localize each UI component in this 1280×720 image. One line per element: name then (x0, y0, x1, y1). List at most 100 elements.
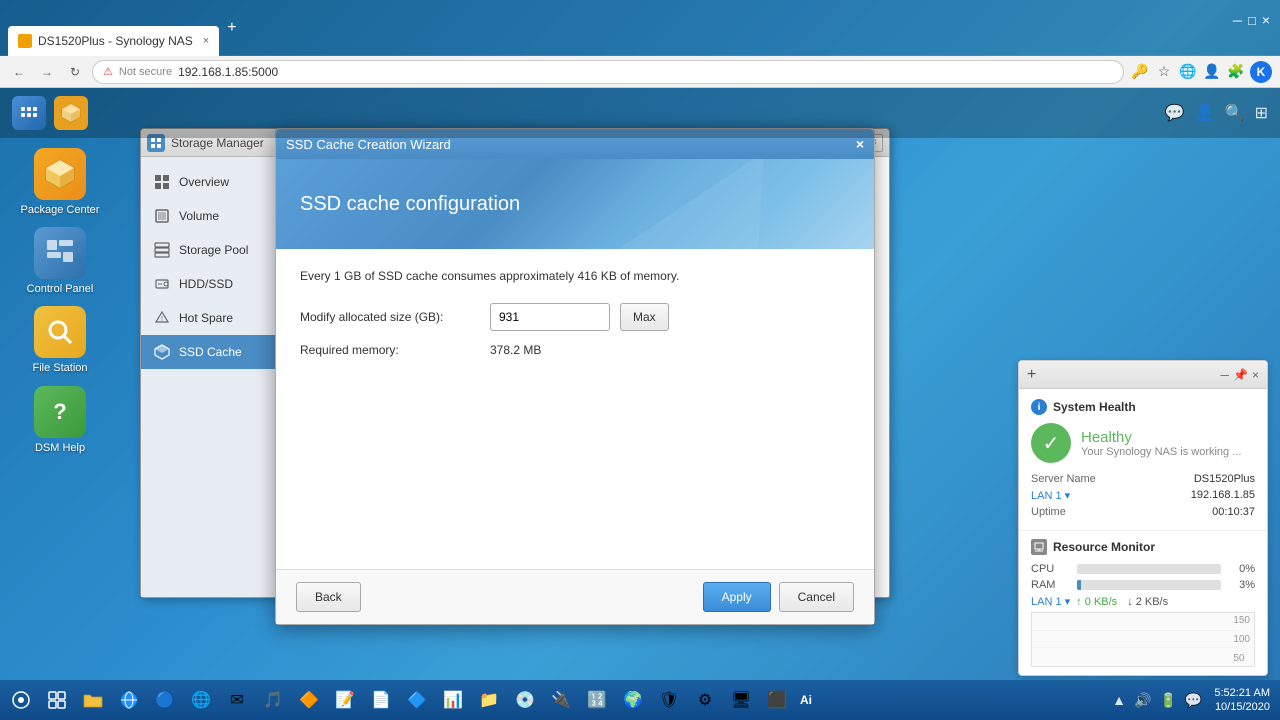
burner-button[interactable]: 💿 (508, 683, 542, 717)
minimize-button[interactable]: ─ (1233, 13, 1242, 28)
browser-tab[interactable]: DS1520Plus - Synology NAS × (8, 26, 219, 56)
ps-button[interactable]: 🔷 (400, 683, 434, 717)
search-icon[interactable]: 🔍 (1225, 103, 1245, 123)
wizard-back-button[interactable]: Back (296, 582, 361, 612)
storage-pool-icon (153, 241, 171, 259)
star-icon[interactable]: ☆ (1154, 62, 1174, 82)
back-button[interactable]: ← (8, 61, 30, 83)
panel-minimize-button[interactable]: ─ (1221, 368, 1230, 382)
key-icon[interactable]: 🔑 (1130, 62, 1150, 82)
settings2-button[interactable]: ⚙ (688, 683, 722, 717)
lan-resource-row: LAN 1 ▾ ↑ 0 KB/s ↓ 2 KB/s (1031, 595, 1255, 608)
close-window-button[interactable]: × (1262, 12, 1270, 28)
volume-icon (153, 207, 171, 225)
svg-text:!: ! (161, 316, 163, 323)
word-button[interactable]: 📝 (328, 683, 362, 717)
ssd-cache-wizard: SSD Cache Creation Wizard × SSD cache co… (275, 128, 875, 625)
sidebar-item-hot-spare[interactable]: ! Hot Spare (141, 301, 285, 335)
folder2-button[interactable]: 📁 (472, 683, 506, 717)
profile-avatar[interactable]: K (1250, 61, 1272, 83)
sidebar-item-storage-pool[interactable]: Storage Pool (141, 233, 285, 267)
file-station-label: File Station (32, 362, 87, 375)
ssd-cache-icon (153, 343, 171, 361)
ai-label[interactable]: Ai (796, 691, 816, 709)
sidebar-item-overview[interactable]: Overview (141, 165, 285, 199)
wizard-max-button[interactable]: Max (620, 303, 669, 331)
network-icon[interactable]: ▲ (1110, 690, 1128, 710)
chat-icon[interactable]: 💬 (1165, 103, 1185, 123)
media-button[interactable]: 🎵 (256, 683, 290, 717)
person-icon[interactable]: 👤 (1195, 103, 1215, 123)
sidebar-item-volume[interactable]: Volume (141, 199, 285, 233)
browser-tab-bar: DS1520Plus - Synology NAS × + ─ □ × (0, 0, 1280, 56)
desktop: DS1520Plus - Synology NAS × + ─ □ × ← → … (0, 0, 1280, 720)
email-button[interactable]: ✉ (220, 683, 254, 717)
hot-spare-icon: ! (153, 309, 171, 327)
puzzle-icon[interactable]: 🧩 (1226, 62, 1246, 82)
file-explorer-button[interactable] (76, 683, 110, 717)
nas-taskbar-button[interactable]: 🖥 (724, 683, 758, 717)
server-name-label: Server Name (1031, 473, 1096, 485)
excel-button[interactable]: 📊 (436, 683, 470, 717)
ie-button[interactable] (112, 683, 146, 717)
speaker-icon[interactable]: 🔊 (1132, 690, 1153, 711)
action-center-icon[interactable]: 💬 (1183, 690, 1204, 711)
vlc-button[interactable]: 🔶 (292, 683, 326, 717)
calc-button[interactable]: 🔢 (580, 683, 614, 717)
wizard-apply-button[interactable]: Apply (703, 582, 771, 612)
control-panel-desktop-icon[interactable]: Control Panel (20, 227, 100, 296)
panel-unpin-button[interactable]: 📌 (1233, 368, 1248, 382)
synology-icon[interactable]: 🌐 (1178, 62, 1198, 82)
not-secure-label: Not secure (119, 66, 172, 78)
terminal-button[interactable]: ⬛ (760, 683, 794, 717)
browser-chrome: ← → ↻ ⚠ Not secure 192.168.1.85:5000 🔑 ☆… (0, 56, 1280, 88)
nas-topbar: 💬 👤 🔍 ⊞ (0, 88, 1280, 138)
wizard-cancel-button[interactable]: Cancel (779, 582, 854, 612)
wizard-size-input[interactable] (490, 303, 610, 331)
taskview-button[interactable] (40, 683, 74, 717)
address-text: 192.168.1.85:5000 (178, 65, 278, 79)
sidebar-item-hdd-ssd[interactable]: HDD/SSD (141, 267, 285, 301)
sidebar-item-ssd-cache[interactable]: SSD Cache (141, 335, 285, 369)
chrome-button[interactable]: 🌐 (184, 683, 218, 717)
ssd-cache-label: SSD Cache (179, 345, 242, 359)
dsm-help-desktop-icon[interactable]: ? DSM Help (20, 386, 100, 455)
lan-resource-label[interactable]: LAN 1 ▾ (1031, 595, 1070, 608)
address-bar[interactable]: ⚠ Not secure 192.168.1.85:5000 (92, 60, 1124, 84)
overview-icon (153, 173, 171, 191)
sm-sidebar: Overview Volume (141, 157, 286, 597)
volume-label: Volume (179, 209, 219, 223)
system-clock[interactable]: 5:52:21 AM 10/15/2020 (1208, 686, 1276, 715)
cortana-button[interactable]: 🔵 (148, 683, 182, 717)
panel-add-button[interactable]: + (1027, 366, 1036, 384)
clock-date: 10/15/2020 (1214, 700, 1270, 714)
file-station-desktop-icon[interactable]: File Station (20, 306, 100, 375)
start-button[interactable] (4, 683, 38, 717)
tab-close-button[interactable]: × (203, 35, 209, 47)
battery-icon[interactable]: 🔋 (1157, 690, 1178, 711)
panel-close-button[interactable]: × (1252, 368, 1259, 382)
browser2-button[interactable]: 🌍 (616, 683, 650, 717)
new-tab-button[interactable]: + (227, 19, 236, 37)
restore-button[interactable]: □ (1248, 13, 1256, 28)
system-health-panel: + ─ 📌 × i System Health ✓ Healthy Your S… (1018, 360, 1268, 676)
antivirus-button[interactable]: 🛡 (652, 683, 686, 717)
cpu-percentage: 0% (1227, 563, 1255, 575)
uptime-value: 00:10:37 (1212, 506, 1255, 518)
ram-percentage: 3% (1227, 579, 1255, 591)
control-panel-label: Control Panel (27, 283, 94, 296)
wizard-close-button[interactable]: × (856, 136, 864, 152)
refresh-button[interactable]: ↻ (64, 61, 86, 83)
panel-controls: ─ 📌 × (1221, 368, 1259, 382)
health-info-icon: i (1031, 399, 1047, 415)
lan-label[interactable]: LAN 1 ▾ (1031, 489, 1070, 502)
word2-button[interactable]: 📄 (364, 683, 398, 717)
server-name-value: DS1520Plus (1194, 473, 1255, 485)
forward-button[interactable]: → (36, 61, 58, 83)
package-center-icon[interactable]: Package Center (20, 148, 100, 217)
filezilla-button[interactable]: 🔌 (544, 683, 578, 717)
grid-icon[interactable]: ⊞ (1255, 103, 1268, 123)
account-icon[interactable]: 👤 (1202, 62, 1222, 82)
package-center-label: Package Center (21, 204, 100, 217)
lan-upload-value: ↑ 0 KB/s (1076, 596, 1117, 608)
